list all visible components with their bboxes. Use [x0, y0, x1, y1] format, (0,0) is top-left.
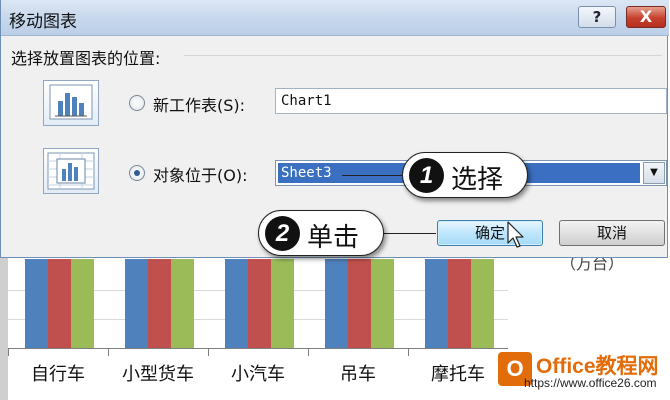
mouse-cursor-icon: [507, 221, 524, 248]
sheet-edge: [0, 250, 8, 400]
category-label: 小汽车: [231, 364, 285, 385]
chart-bar: [325, 259, 348, 348]
object-in-label: 对象位于(O):: [153, 166, 248, 185]
chart-bar: [225, 259, 248, 348]
new-sheet-label: 新工作表(S):: [153, 96, 246, 115]
new-sheet-radio[interactable]: [129, 95, 145, 111]
object-in-radio[interactable]: [129, 165, 145, 181]
chart-bar: [371, 259, 394, 348]
object-in-sheet-chart-icon: [43, 148, 99, 194]
callout-leader-line: [342, 175, 402, 176]
new-sheet-chart-icon: [43, 80, 99, 126]
group-divider: [184, 55, 662, 56]
chart-bar: [425, 259, 448, 348]
help-button[interactable]: ?: [578, 6, 616, 28]
chart-bar: [48, 259, 71, 348]
close-button[interactable]: X: [626, 6, 666, 28]
chart-bar: [171, 259, 194, 348]
callout-text: 选择: [451, 165, 504, 195]
chevron-down-icon[interactable]: ▼: [643, 162, 665, 184]
category-label: 摩托车: [431, 364, 485, 385]
x-axis-tick: [108, 348, 109, 356]
callout-click: 2 单击: [258, 210, 384, 256]
category-label: 自行车: [31, 364, 85, 385]
category-label: 小型货车: [122, 364, 194, 385]
x-axis-line: [8, 348, 508, 349]
ok-button[interactable]: 确定: [437, 220, 543, 246]
placement-group-label: 选择放置图表的位置:: [11, 49, 161, 68]
callout-leader-line: [384, 233, 436, 234]
new-sheet-name-input[interactable]: Chart1: [275, 88, 667, 114]
dialog-title: 移动图表: [9, 12, 77, 32]
x-axis-tick: [208, 348, 209, 356]
watermark-url: https://www.office26.com: [524, 376, 657, 390]
chart-bar: [348, 259, 371, 348]
callout-select: 1 选择: [402, 152, 528, 198]
x-axis-tick: [408, 348, 409, 356]
chart-bar: [248, 259, 271, 348]
chart-bar: [125, 259, 148, 348]
step-number-badge: 1: [409, 158, 444, 193]
chart-bar: [271, 259, 294, 348]
chart-bar: [448, 259, 471, 348]
chart-bar: [471, 259, 494, 348]
title-bar: 移动图表 ? X: [1, 0, 669, 36]
step-number-badge: 2: [265, 216, 300, 251]
chart-bar: [25, 259, 48, 348]
x-axis-tick: [308, 348, 309, 356]
category-label: 吊车: [340, 364, 376, 385]
callout-text: 单击: [307, 223, 360, 253]
chart-bar: [148, 259, 171, 348]
x-axis-tick: [8, 348, 9, 356]
cancel-button[interactable]: 取消: [559, 220, 665, 246]
chart-bar: [71, 259, 94, 348]
watermark: O Office教程网 https://www.office26.com: [498, 350, 668, 396]
